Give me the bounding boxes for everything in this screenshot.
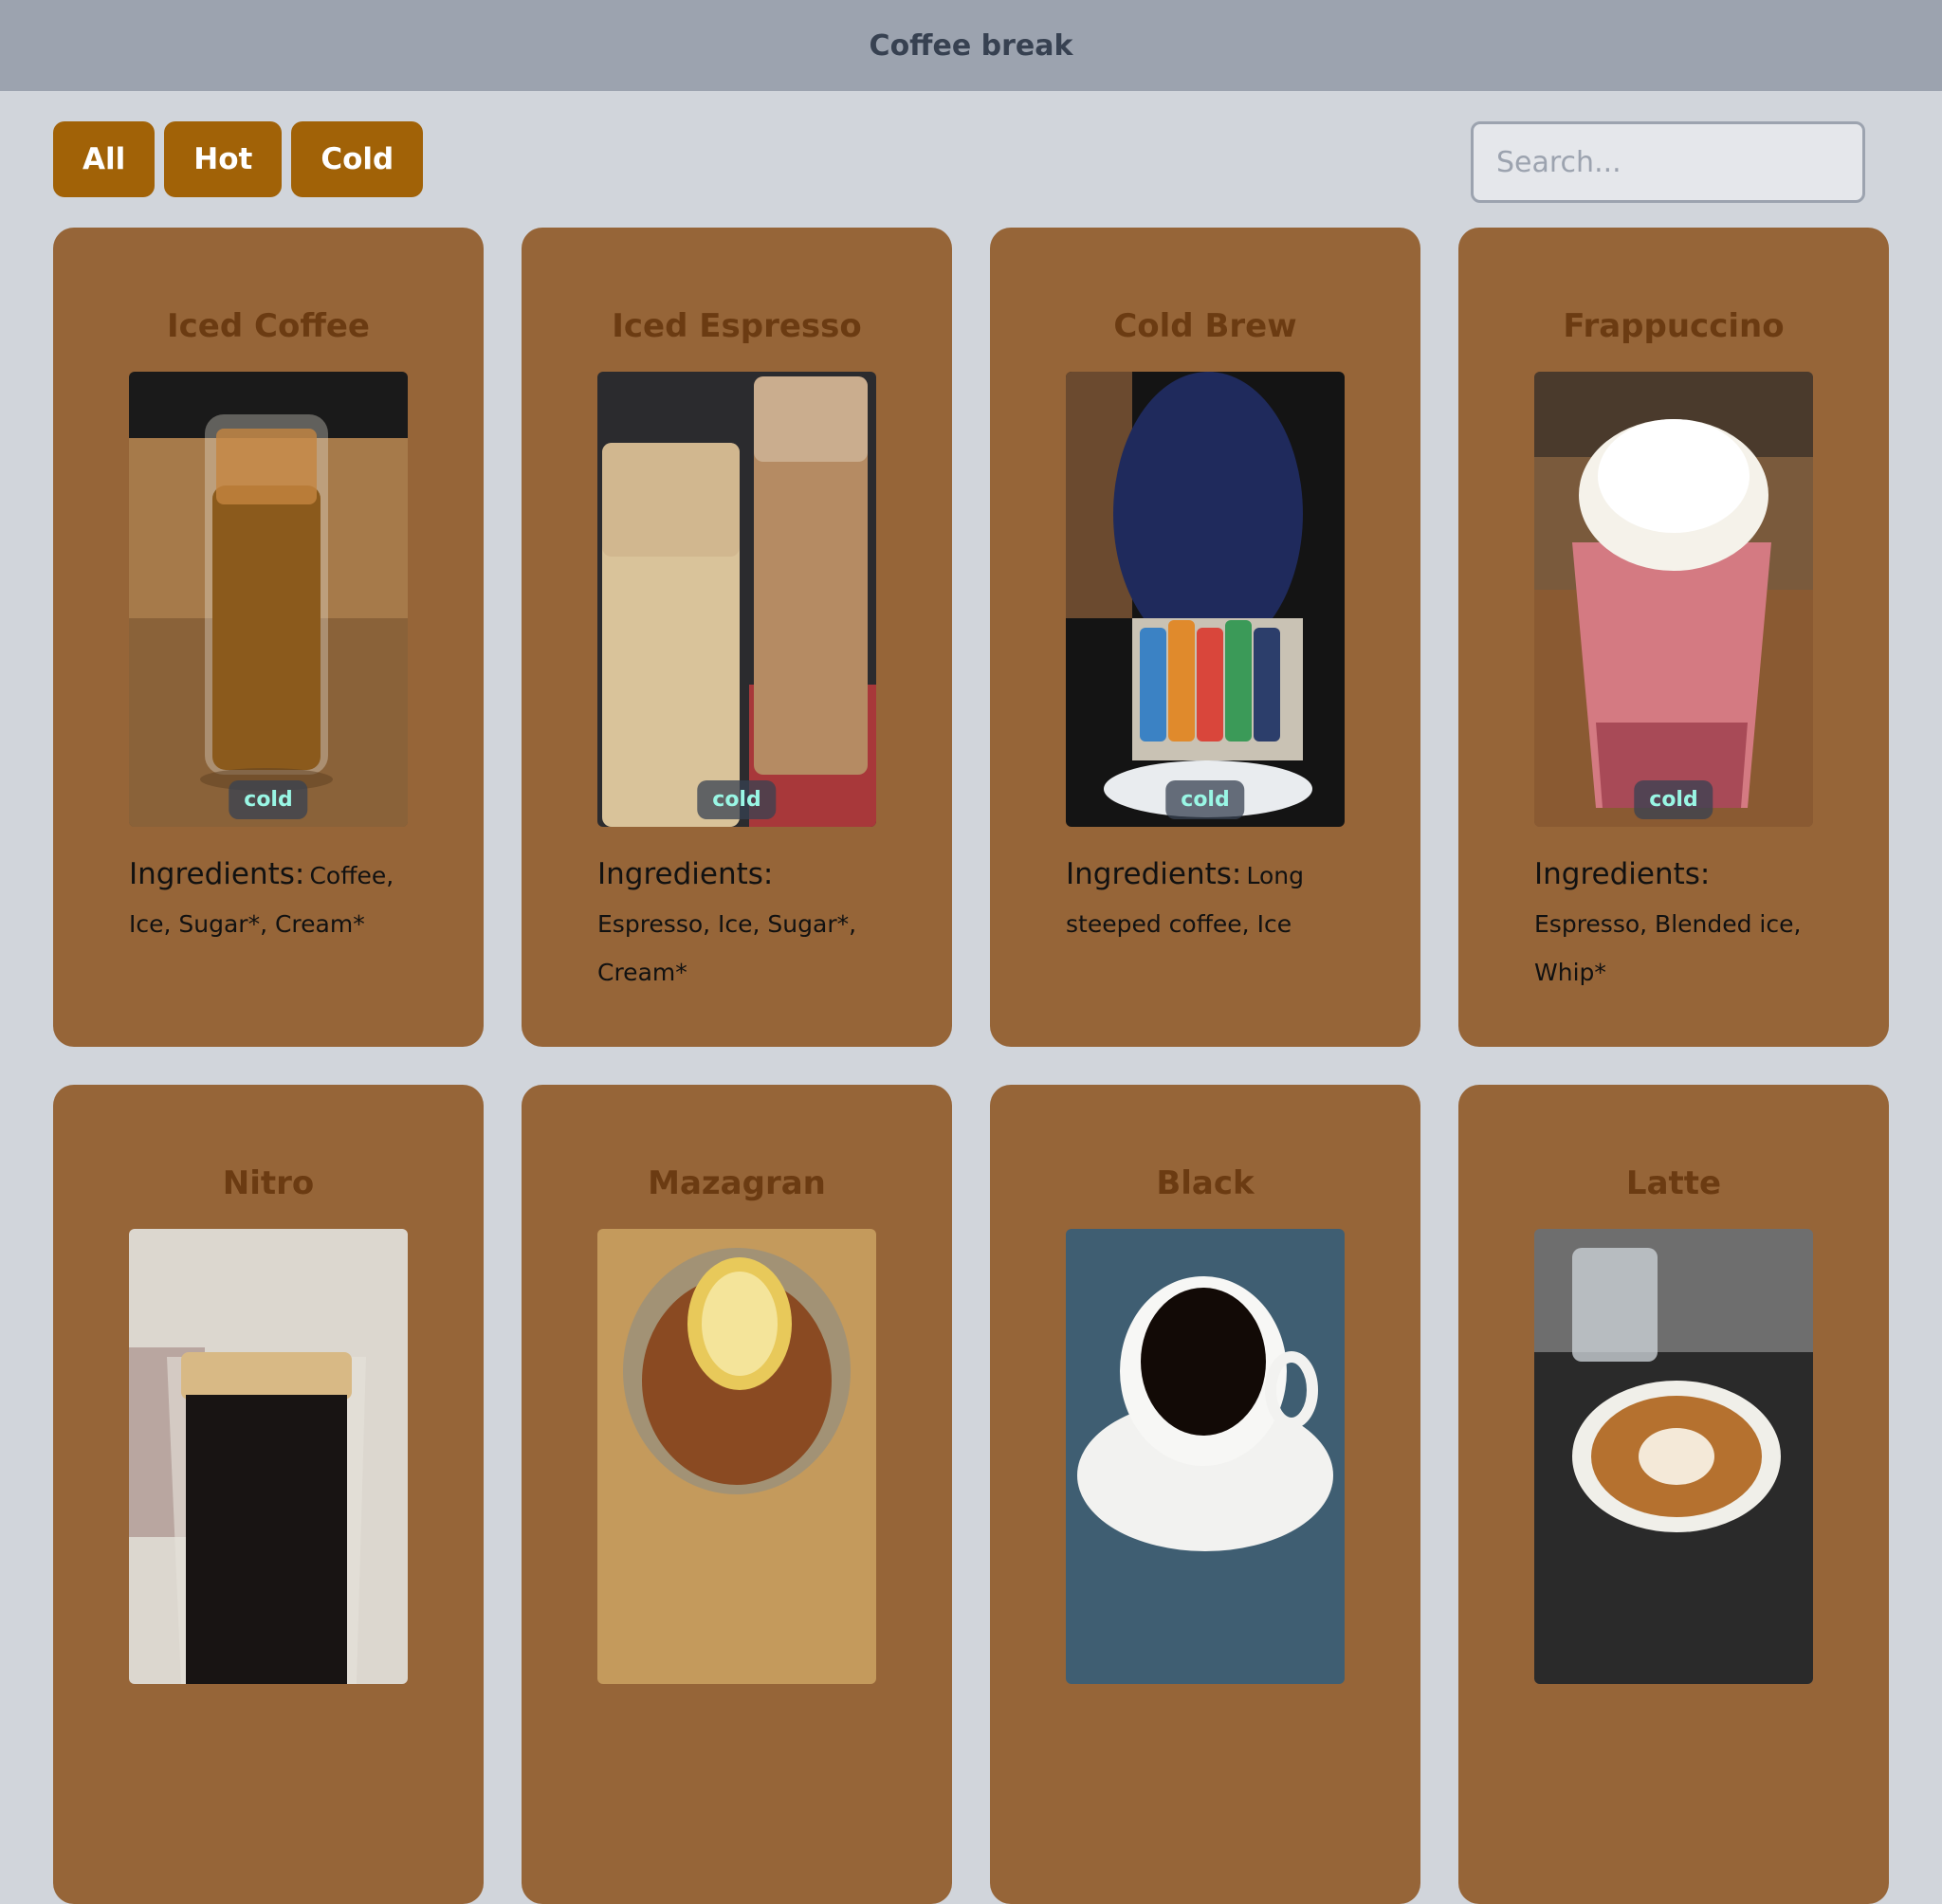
coffee-photo bbox=[1534, 1229, 1813, 1684]
coffee-card[interactable]: Iced Coffee cold Ingredients: Coffee, Ic… bbox=[53, 228, 484, 1047]
filter-all-button[interactable]: All bbox=[53, 121, 156, 197]
page-title: Coffee break bbox=[869, 28, 1073, 63]
filter-cold-button[interactable]: Cold bbox=[291, 121, 424, 197]
temperature-tag: cold bbox=[697, 780, 777, 819]
coffee-photo: cold bbox=[1066, 372, 1345, 827]
ingredients-text: Ingredients: Coffee, Ice, Sugar*, Cream* bbox=[129, 851, 417, 950]
filter-hot-button[interactable]: Hot bbox=[164, 121, 283, 197]
coffee-photo: cold bbox=[1534, 372, 1813, 827]
coffee-card[interactable]: Latte bbox=[1458, 1085, 1889, 1904]
coffee-photo bbox=[1066, 1229, 1345, 1684]
card-title: Cold Brew bbox=[1113, 307, 1297, 345]
ingredients-text: Ingredients: Espresso, Ice, Sugar*, Crea… bbox=[597, 851, 886, 998]
card-title: Black bbox=[1156, 1164, 1255, 1202]
coffee-grid: Iced Coffee cold Ingredients: Coffee, Ic… bbox=[53, 228, 1889, 1904]
coffee-card[interactable]: Black bbox=[990, 1085, 1420, 1904]
ingredients-text: Ingredients: Long steeped coffee, Ice bbox=[1066, 851, 1354, 950]
temperature-tag: cold bbox=[1634, 780, 1713, 819]
ingredients-value: Espresso, Blended ice, Whip* bbox=[1534, 910, 1802, 986]
ingredients-label: Ingredients: bbox=[1534, 857, 1711, 891]
coffee-card[interactable]: Mazagran bbox=[522, 1085, 952, 1904]
coffee-card[interactable]: Cold Brew cold Ingredients: Long steeped… bbox=[990, 228, 1420, 1047]
filter-bar: All Hot Cold bbox=[53, 121, 424, 197]
coffee-card[interactable]: Nitro bbox=[53, 1085, 484, 1904]
temperature-tag: cold bbox=[229, 780, 308, 819]
coffee-photo bbox=[597, 1229, 876, 1684]
coffee-photo: cold bbox=[129, 372, 408, 827]
ingredients-label: Ingredients: bbox=[1066, 857, 1242, 891]
coffee-photo bbox=[129, 1229, 408, 1684]
card-title: Latte bbox=[1625, 1164, 1722, 1202]
card-title: Frappuccino bbox=[1563, 307, 1785, 345]
card-title: Iced Espresso bbox=[612, 307, 862, 345]
coffee-card[interactable]: Iced Espresso cold Ingredients: Espresso… bbox=[522, 228, 952, 1047]
ingredients-value: Espresso, Ice, Sugar*, Cream* bbox=[597, 910, 857, 986]
card-title: Nitro bbox=[222, 1164, 315, 1202]
search-input[interactable] bbox=[1471, 121, 1865, 203]
coffee-card[interactable]: Frappuccino cold Ingredients: Espresso, … bbox=[1458, 228, 1889, 1047]
ingredients-label: Ingredients: bbox=[129, 857, 305, 891]
ingredients-label: Ingredients: bbox=[597, 857, 774, 891]
app-header: Coffee break bbox=[0, 0, 1942, 91]
temperature-tag: cold bbox=[1165, 780, 1245, 819]
card-title: Iced Coffee bbox=[166, 307, 370, 345]
card-title: Mazagran bbox=[648, 1164, 826, 1202]
ingredients-text: Ingredients: Espresso, Blended ice, Whip… bbox=[1534, 851, 1823, 998]
coffee-photo: cold bbox=[597, 372, 876, 827]
